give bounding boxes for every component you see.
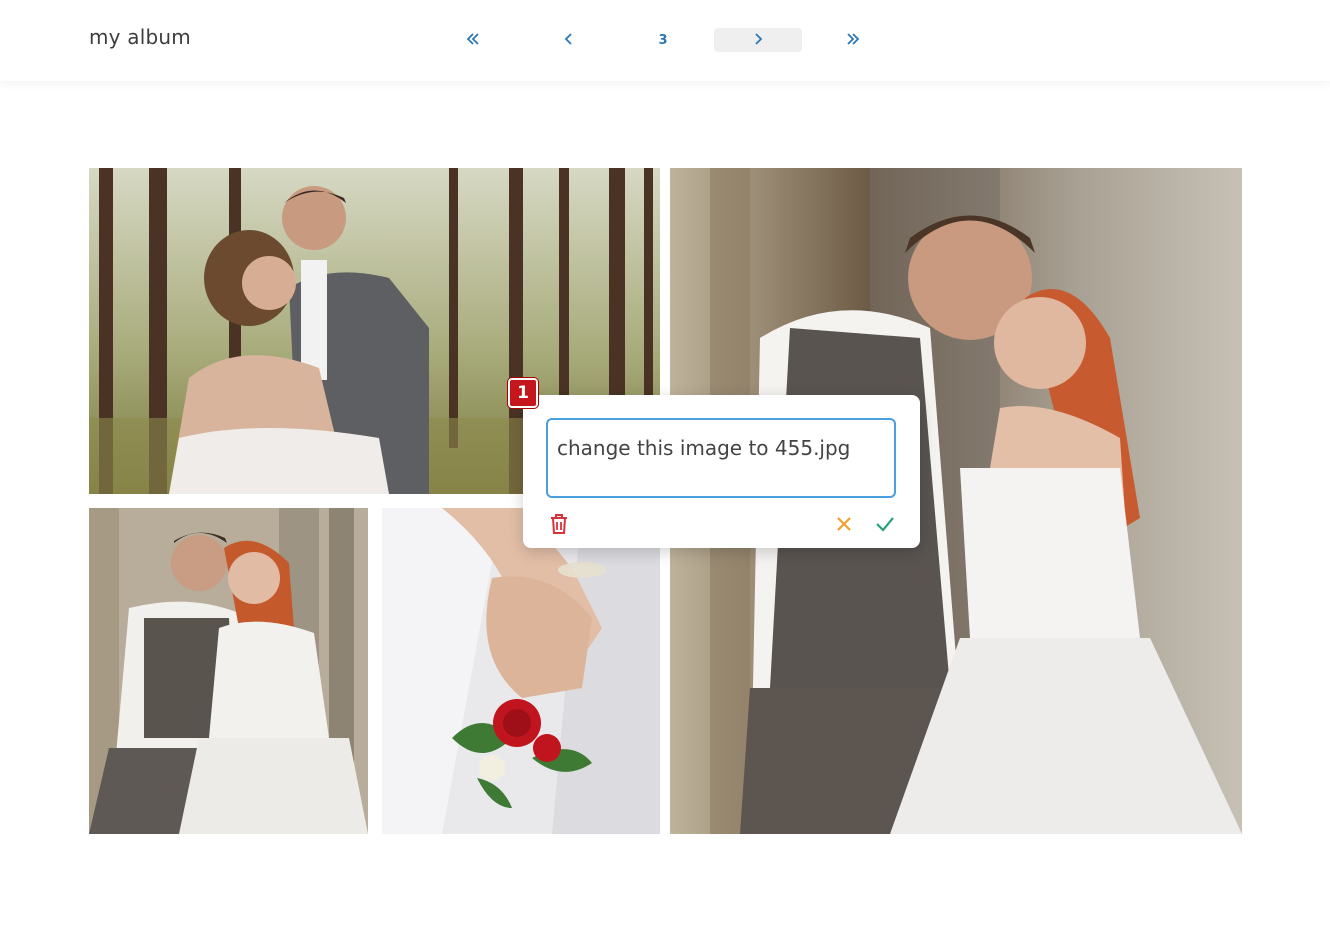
- edit-input[interactable]: change this image to 455.jpg: [546, 418, 896, 498]
- check-icon: [875, 515, 895, 537]
- photo-seated-couple[interactable]: [89, 508, 368, 834]
- current-page[interactable]: 3: [619, 28, 707, 52]
- cancel-button[interactable]: [832, 514, 856, 538]
- last-page-button[interactable]: [809, 28, 897, 52]
- prev-page-button[interactable]: [525, 28, 613, 52]
- trash-icon: [549, 513, 569, 539]
- close-icon: [835, 515, 853, 537]
- chevron-left-icon: [562, 31, 576, 50]
- double-chevron-left-icon: [466, 31, 480, 50]
- image-edit-popup: change this image to 455.jpg: [523, 395, 920, 548]
- chevron-right-icon: [751, 31, 765, 50]
- top-bar: my album 3: [0, 0, 1330, 81]
- album-title: my album: [89, 25, 191, 49]
- first-page-button[interactable]: [429, 28, 517, 52]
- delete-button[interactable]: [547, 514, 571, 538]
- photo-hands-rose[interactable]: [382, 508, 660, 834]
- double-chevron-right-icon: [846, 31, 860, 50]
- next-page-button[interactable]: [714, 28, 802, 52]
- confirm-button[interactable]: [873, 514, 897, 538]
- annotation-marker: 1: [508, 378, 538, 408]
